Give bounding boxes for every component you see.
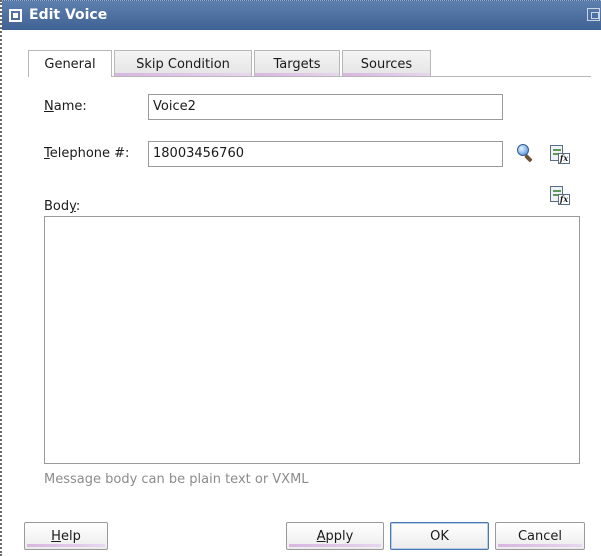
search-icon-handle <box>524 154 533 163</box>
name-label-text: ame: <box>53 99 87 114</box>
maximize-icon[interactable] <box>587 8 600 21</box>
tab-skip-condition[interactable]: Skip Condition <box>114 50 252 76</box>
telephone-label: Telephone #: <box>44 146 129 161</box>
apply-button-text: pply <box>325 529 354 544</box>
tab-content-divider <box>28 76 591 77</box>
name-label: Name: <box>44 99 87 114</box>
help-button-mnemonic: H <box>51 529 61 544</box>
tab-targets[interactable]: Targets <box>254 50 340 76</box>
tab-sources[interactable]: Sources <box>342 50 431 76</box>
window-title: Edit Voice <box>29 7 108 23</box>
body-expression-builder-icon[interactable]: fx <box>550 186 570 206</box>
apply-button-mnemonic: A <box>316 529 326 544</box>
body-hint: Message body can be plain text or VXML <box>44 472 309 487</box>
help-button[interactable]: Help <box>24 522 108 550</box>
tab-skip-condition-label: Skip Condition <box>136 57 230 72</box>
tab-general-label: General <box>44 57 96 72</box>
body-label: Body: <box>44 199 80 214</box>
ok-button[interactable]: OK <box>390 522 489 550</box>
expression-builder-icon[interactable]: fx <box>550 145 570 165</box>
help-button-text: elp <box>60 529 81 544</box>
name-input[interactable]: Voice2 <box>148 94 503 120</box>
body-label-mnemonic: y <box>69 199 76 214</box>
tab-sources-label: Sources <box>360 57 413 72</box>
body-expression-builder-icon-fx: fx <box>558 194 570 205</box>
body-label-text: Bod <box>44 199 70 214</box>
edit-voice-dialog: Edit Voice General Skip Condition Target… <box>0 0 601 556</box>
name-label-mnemonic: N <box>44 99 54 114</box>
body-label-colon: : <box>75 199 81 214</box>
body-textarea[interactable] <box>44 216 580 464</box>
search-icon[interactable] <box>517 144 537 164</box>
cancel-button[interactable]: Cancel <box>495 522 585 550</box>
expression-builder-icon-fx: fx <box>558 153 570 164</box>
tab-general[interactable]: General <box>28 50 112 77</box>
telephone-label-text: elephone #: <box>49 146 130 161</box>
tab-targets-label: Targets <box>273 57 321 72</box>
title-bar[interactable]: Edit Voice <box>2 0 601 30</box>
telephone-input[interactable]: 18003456760 <box>148 141 503 167</box>
apply-button[interactable]: Apply <box>286 522 384 550</box>
window-menu-icon[interactable] <box>9 9 22 22</box>
